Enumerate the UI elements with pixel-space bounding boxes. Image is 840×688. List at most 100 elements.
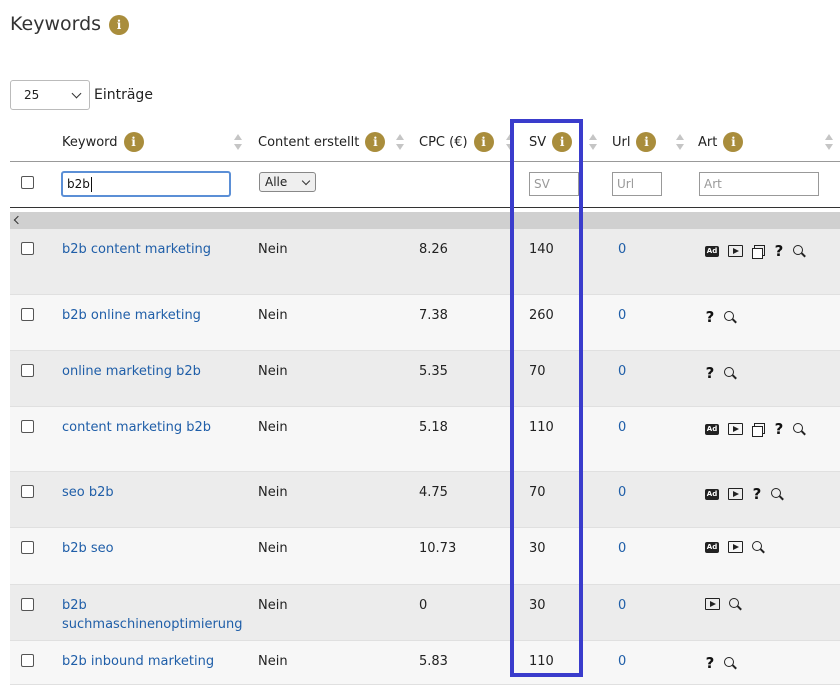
page-length-select[interactable]: 25 (10, 80, 90, 110)
art-icons: Ad (705, 541, 805, 553)
column-label-url: Url (612, 134, 631, 150)
keyword-link[interactable]: b2b seo (62, 539, 242, 558)
info-icon[interactable]: i (473, 132, 494, 152)
table-row: online marketing b2b Nein 5.35 70 0? (10, 351, 840, 407)
sort-icon[interactable] (506, 134, 514, 150)
page-heading: Keywords i (10, 12, 130, 35)
row-checkbox[interactable] (21, 541, 34, 554)
search-icon (724, 657, 736, 669)
row-checkbox[interactable] (21, 420, 34, 433)
ad-icon: Ad (705, 423, 719, 435)
url-count-link[interactable]: 0 (618, 483, 626, 502)
sort-icon[interactable] (589, 134, 597, 150)
sort-icon[interactable] (396, 134, 404, 150)
select-all-checkbox[interactable] (21, 176, 34, 189)
column-header-art[interactable]: Art i (698, 122, 744, 162)
column-header-cpc[interactable]: CPC (€) i (419, 122, 494, 162)
keyword-link[interactable]: b2b suchmaschinenoptimierung (62, 596, 243, 634)
video-icon (728, 423, 743, 435)
content-created-cell: Nein (258, 598, 288, 613)
column-label-cpc: CPC (€) (419, 134, 468, 150)
art-icons: Ad? (705, 242, 805, 260)
url-filter-input[interactable]: Url (612, 172, 662, 196)
video-icon (728, 541, 743, 553)
search-icon (771, 488, 783, 500)
question-icon: ? (705, 364, 715, 382)
keyword-link[interactable]: b2b content marketing (62, 240, 242, 259)
table-header: Keyword i Content erstellt i CPC (€) i S… (10, 122, 840, 162)
row-checkbox[interactable] (21, 598, 34, 611)
url-count-link[interactable]: 0 (618, 539, 626, 558)
content-filter-value: Alle (265, 175, 288, 189)
question-icon: ? (774, 420, 784, 438)
cpc-cell: 5.18 (419, 420, 448, 435)
info-icon[interactable]: i (365, 132, 386, 152)
sv-cell: 30 (529, 541, 546, 556)
keyword-link[interactable]: seo b2b (62, 483, 242, 502)
sort-icon[interactable] (676, 134, 684, 150)
content-filter-select[interactable]: Alle (259, 172, 316, 192)
url-count-link[interactable]: 0 (618, 652, 626, 671)
question-icon: ? (752, 485, 762, 503)
cpc-cell: 8.26 (419, 242, 448, 257)
row-checkbox[interactable] (21, 308, 34, 321)
row-checkbox[interactable] (21, 364, 34, 377)
url-count-link[interactable]: 0 (618, 596, 626, 615)
art-icons (705, 598, 805, 610)
keyword-filter-input[interactable]: b2b (61, 171, 231, 197)
chevron-down-icon (301, 176, 311, 185)
page-title: Keywords (10, 12, 102, 35)
keyword-link[interactable]: online marketing b2b (62, 362, 242, 381)
question-icon: ? (705, 654, 715, 672)
url-count-link[interactable]: 0 (618, 362, 626, 381)
column-label-sv: SV (529, 134, 547, 150)
content-created-cell: Nein (258, 420, 288, 435)
keyword-link[interactable]: b2b inbound marketing (62, 652, 242, 671)
info-icon[interactable]: i (552, 132, 573, 152)
sv-cell: 110 (529, 420, 554, 435)
horizontal-scrollbar[interactable] (10, 212, 840, 229)
content-created-cell: Nein (258, 541, 288, 556)
url-count-link[interactable]: 0 (618, 418, 626, 437)
video-icon (705, 598, 720, 610)
row-checkbox[interactable] (21, 485, 34, 498)
search-icon (793, 423, 805, 435)
table-row: b2b content marketing Nein 8.26 140 0 Ad? (10, 229, 840, 295)
sv-filter-input[interactable]: SV (529, 172, 579, 196)
row-checkbox[interactable] (21, 242, 34, 255)
content-created-cell: Nein (258, 308, 288, 323)
chevron-left-icon[interactable] (13, 215, 23, 225)
content-created-cell: Nein (258, 364, 288, 379)
search-icon (724, 367, 736, 379)
sv-cell: 70 (529, 364, 546, 379)
keyword-link[interactable]: b2b online marketing (62, 306, 242, 325)
info-icon[interactable]: i (123, 132, 144, 152)
column-header-content[interactable]: Content erstellt i (258, 122, 386, 162)
chevron-down-icon (71, 88, 82, 98)
cpc-cell: 0 (419, 598, 428, 613)
ad-icon: Ad (705, 488, 719, 500)
column-header-sv[interactable]: SV i (529, 122, 573, 162)
sv-cell: 110 (529, 654, 554, 669)
url-count-link[interactable]: 0 (618, 306, 626, 325)
keyword-filter-value: b2b (67, 177, 90, 191)
column-header-keyword[interactable]: Keyword i (62, 122, 144, 162)
info-icon[interactable]: i (109, 15, 130, 35)
keyword-link[interactable]: content marketing b2b (62, 418, 242, 437)
page-length-label: Einträge (94, 87, 153, 103)
question-icon: ? (774, 242, 784, 260)
row-checkbox[interactable] (21, 654, 34, 667)
cpc-cell: 4.75 (419, 485, 448, 500)
table-row: seo b2b Nein 4.75 70 0 Ad? (10, 472, 840, 528)
info-icon[interactable]: i (636, 132, 657, 152)
url-count-link[interactable]: 0 (618, 240, 626, 259)
images-icon (752, 244, 765, 259)
filter-row: b2b Alle SV Url Art (10, 162, 840, 208)
sort-icon[interactable] (825, 134, 833, 150)
sort-icon[interactable] (234, 134, 242, 150)
art-filter-input[interactable]: Art (699, 172, 819, 196)
text-caret (90, 176, 92, 192)
column-header-url[interactable]: Url i (612, 122, 657, 162)
info-icon[interactable]: i (723, 132, 744, 152)
cpc-cell: 5.83 (419, 654, 448, 669)
